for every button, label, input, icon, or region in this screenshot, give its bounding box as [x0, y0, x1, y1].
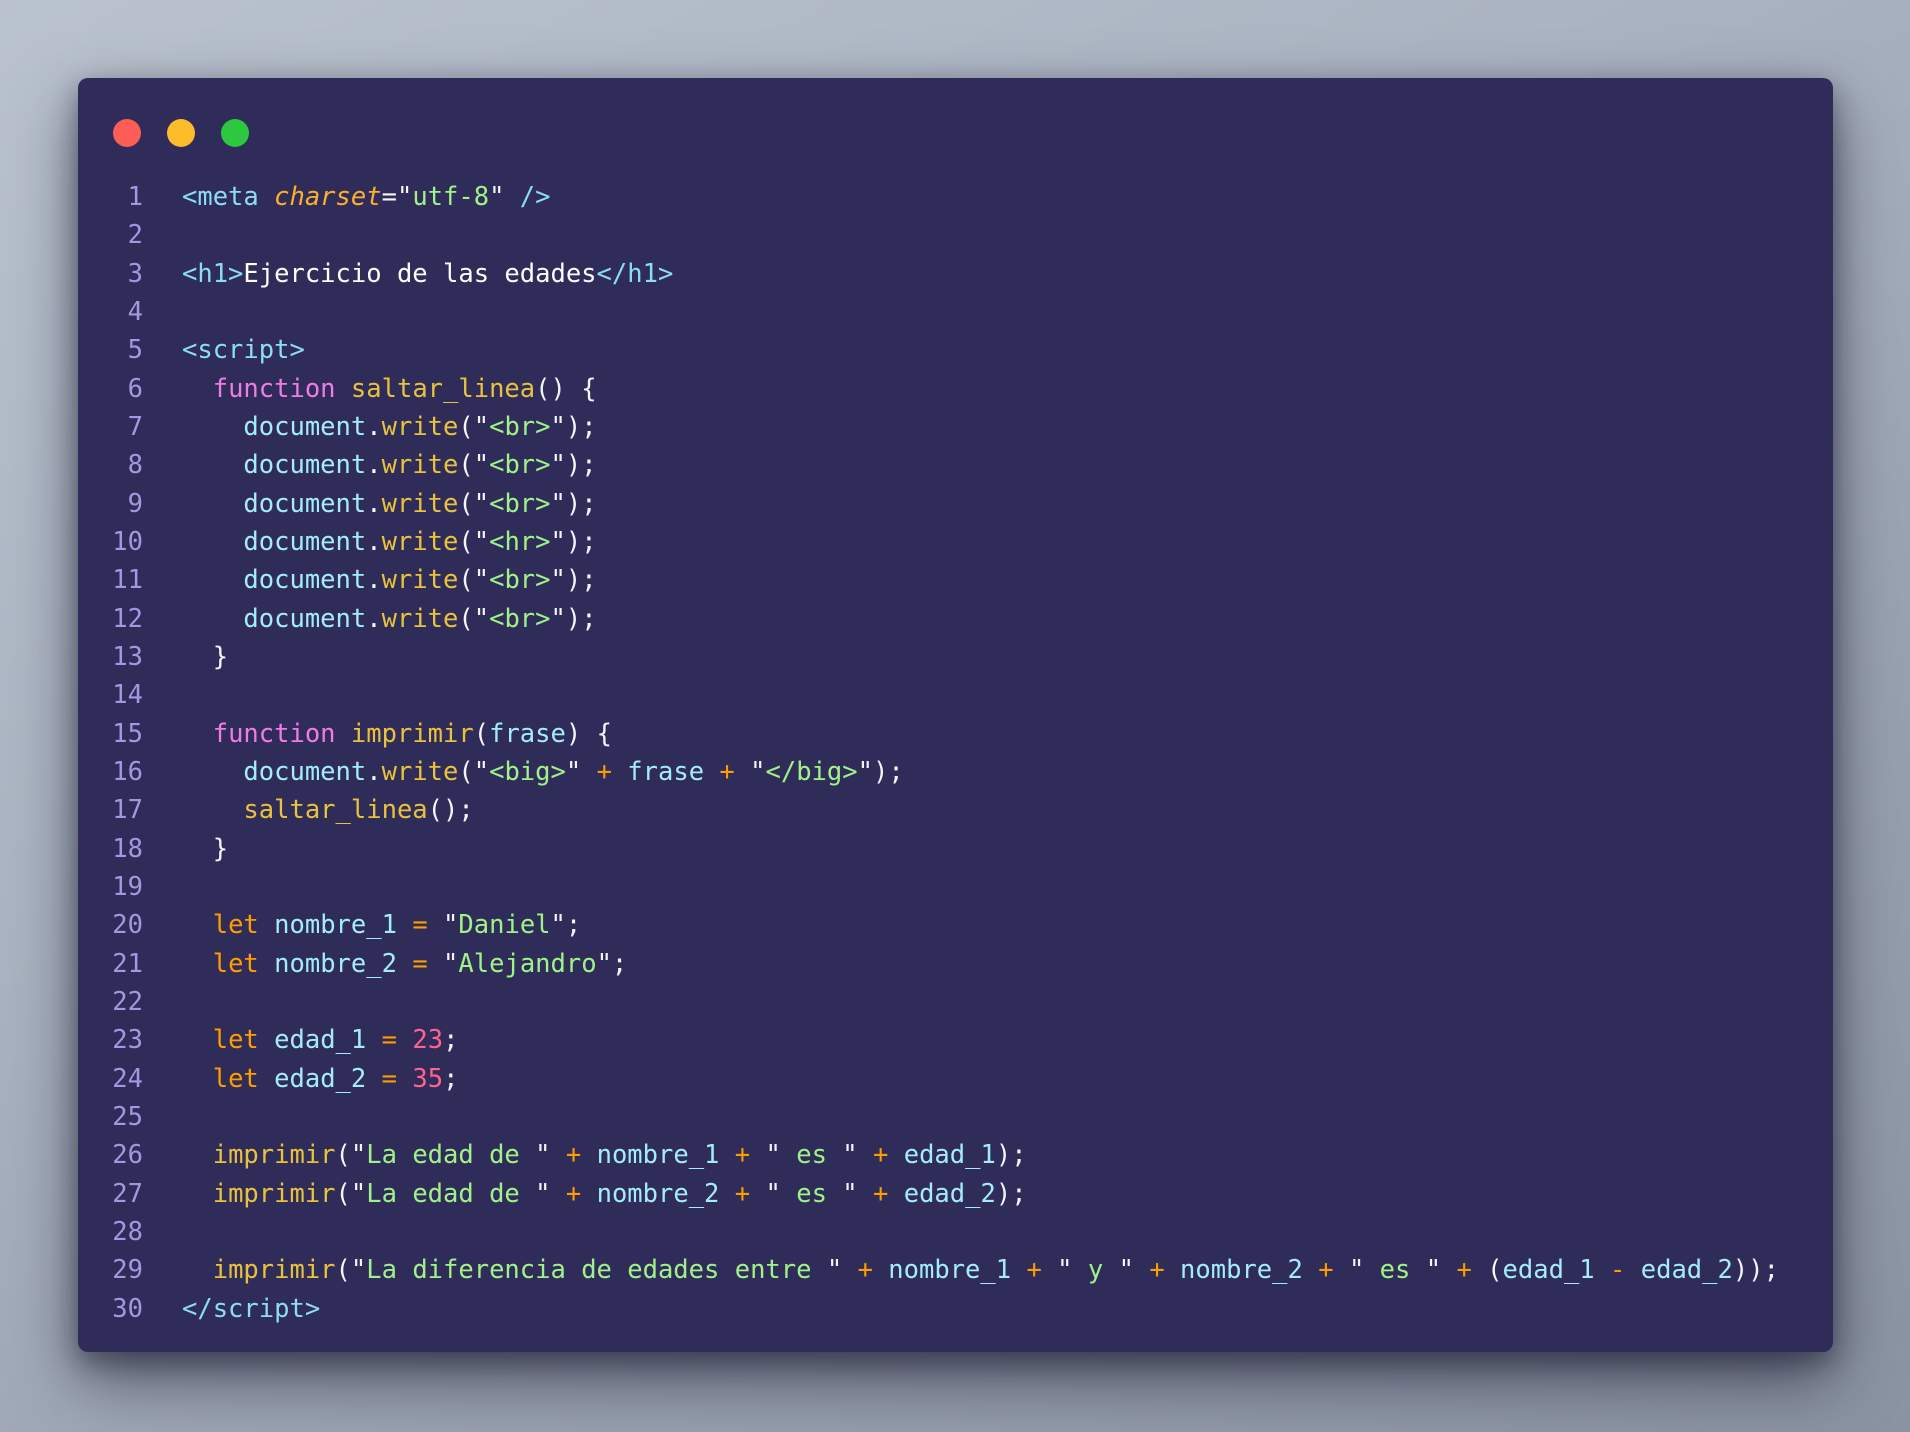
line-number: 27: [112, 1178, 143, 1209]
code-line: 24 let edad_2 = 35;: [78, 1060, 1833, 1098]
code-line: 27 imprimir("La edad de " + nombre_2 + "…: [78, 1175, 1833, 1213]
code-line-text: imprimir("La edad de " + nombre_1 + " es…: [212, 1140, 1027, 1171]
code-line: 19: [78, 868, 1833, 906]
code-line: 9 document.write("<br>");: [78, 485, 1833, 523]
code-line-text: document.write("<br>");: [243, 603, 597, 634]
code-window: 1 <meta charset="utf-8" /> 2 3 <h1>Ejercicio…: [78, 78, 1833, 1352]
code-line-text: <meta charset="utf-8" />: [182, 182, 551, 212]
code-line-text: imprimir("La diferencia de edades entre …: [212, 1255, 1779, 1286]
line-number: 7: [127, 411, 143, 442]
code-line: 2: [78, 216, 1833, 254]
line-number: 28: [112, 1216, 143, 1247]
line-number: 21: [112, 948, 143, 979]
code-line-text: document.write("<big>" + frase + "</big>…: [243, 756, 904, 787]
code-line-text: let nombre_1 = "Daniel";: [212, 910, 582, 941]
line-number: 4: [127, 296, 143, 327]
code-line-text: let edad_1 = 23;: [212, 1025, 459, 1056]
code-line-text: let nombre_2 = "Alejandro";: [212, 948, 628, 979]
close-window-icon[interactable]: [113, 119, 141, 147]
line-number: 15: [112, 718, 143, 749]
code-line-text: <script>: [182, 335, 305, 366]
code-line: 26 imprimir("La edad de " + nombre_1 + "…: [78, 1136, 1833, 1174]
code-line: 14: [78, 676, 1833, 714]
code-line-text: </script>: [182, 1293, 321, 1324]
code-line: 5 <script>: [78, 331, 1833, 369]
line-number: 30: [112, 1293, 143, 1324]
code-line: 3 <h1>Ejercicio de las edades</h1>: [78, 255, 1833, 293]
code-line-text: imprimir("La edad de " + nombre_2 + " es…: [212, 1178, 1027, 1209]
line-number: 8: [127, 450, 143, 481]
line-number: 29: [112, 1255, 143, 1286]
code-editor: 1 <meta charset="utf-8" /> 2 3 <h1>Ejercicio…: [78, 178, 1833, 1328]
code-line: 12 document.write("<br>");: [78, 600, 1833, 638]
code-line: 22: [78, 983, 1833, 1021]
line-number: 13: [112, 641, 143, 672]
line-number: 14: [112, 680, 143, 711]
code-line: 28: [78, 1213, 1833, 1251]
code-line-text: document.write("<br>");: [243, 565, 597, 596]
code-line: 13 }: [78, 638, 1833, 676]
code-line: 25: [78, 1098, 1833, 1136]
code-line-text: }: [182, 641, 229, 672]
line-number: 11: [112, 565, 143, 596]
code-line: 11 document.write("<br>");: [78, 561, 1833, 599]
code-line: 8 document.write("<br>");: [78, 446, 1833, 484]
line-number: 24: [112, 1063, 143, 1094]
code-line-text: let edad_2 = 35;: [212, 1063, 459, 1094]
code-lines: 1 <meta charset="utf-8" /> 2 3 <h1>Ejercicio…: [78, 178, 1833, 1328]
zoom-window-icon[interactable]: [221, 119, 249, 147]
code-line: 21 let nombre_2 = "Alejandro";: [78, 945, 1833, 983]
code-line: 17 saltar_linea();: [78, 791, 1833, 829]
line-number: 25: [112, 1101, 143, 1132]
line-number: 9: [127, 488, 143, 519]
line-number: 19: [112, 871, 143, 902]
code-line: 4: [78, 293, 1833, 331]
line-number: 1: [127, 182, 143, 212]
code-line-text: saltar_linea();: [243, 795, 474, 826]
line-number: 17: [112, 795, 143, 826]
code-line-text: document.write("<br>");: [243, 411, 597, 442]
code-line-text: <h1>Ejercicio de las edades</h1>: [182, 258, 674, 289]
line-number: 6: [127, 373, 143, 404]
code-line: 15 function imprimir(frase) {: [78, 715, 1833, 753]
code-line: 30 </script>: [78, 1290, 1833, 1328]
code-line: 29 imprimir("La diferencia de edades ent…: [78, 1251, 1833, 1289]
code-line: 6 function saltar_linea() {: [78, 370, 1833, 408]
code-line: 18 }: [78, 830, 1833, 868]
line-number: 10: [112, 526, 143, 557]
line-number: 12: [112, 603, 143, 634]
code-line-text: document.write("<br>");: [243, 450, 597, 481]
line-number: 18: [112, 833, 143, 864]
code-line-text: document.write("<br>");: [243, 488, 597, 519]
code-line-text: function saltar_linea() {: [212, 373, 597, 404]
line-number: 5: [127, 335, 143, 366]
code-line-text: }: [182, 833, 229, 864]
code-line: 23 let edad_1 = 23;: [78, 1021, 1833, 1059]
code-line: 20 let nombre_1 = "Daniel";: [78, 906, 1833, 944]
line-number: 16: [112, 756, 143, 787]
code-line: 1 <meta charset="utf-8" />: [78, 178, 1833, 216]
code-line-text: function imprimir(frase) {: [212, 718, 612, 749]
code-line: 16 document.write("<big>" + frase + "</b…: [78, 753, 1833, 791]
line-number: 23: [112, 1025, 143, 1056]
line-number: 3: [127, 258, 143, 289]
code-line-text: document.write("<hr>");: [243, 526, 597, 557]
line-number: 22: [112, 986, 143, 1017]
window-titlebar: [78, 78, 1833, 147]
line-number: 2: [127, 220, 143, 251]
page-background: 1 <meta charset="utf-8" /> 2 3 <h1>Ejercicio…: [0, 0, 1910, 1432]
code-line: 7 document.write("<br>");: [78, 408, 1833, 446]
minimize-window-icon[interactable]: [167, 119, 195, 147]
line-number: 20: [112, 910, 143, 941]
line-number: 26: [112, 1140, 143, 1171]
code-line: 10 document.write("<hr>");: [78, 523, 1833, 561]
